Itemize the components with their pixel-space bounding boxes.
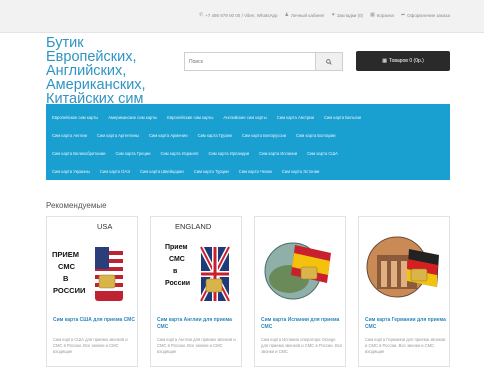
wishlist-text: Закладки (0): [336, 12, 364, 18]
menu-item[interactable]: Сим карта Англии: [52, 133, 87, 138]
menu-item[interactable]: Американские сим карты: [108, 115, 157, 120]
germany-globe-icon: [366, 236, 439, 298]
phone-link[interactable]: ✆ +7 495 979 00 00 / Viber, WhatsApp: [199, 12, 278, 18]
product-description: Сим карта Англии для приема звонков и СМ…: [157, 337, 236, 354]
menu-item[interactable]: Сим карта Эстонии: [282, 169, 320, 174]
phone-text: +7 495 979 00 00 / Viber, WhatsApp: [205, 12, 278, 18]
menu-row: Европейские сим карты Американские сим к…: [52, 108, 444, 126]
spain-globe-icon: [264, 242, 331, 300]
search-input[interactable]: [185, 53, 315, 70]
menu-item[interactable]: Сим карта ОАЭ: [100, 169, 130, 174]
menu-item[interactable]: Сим карта США: [307, 151, 338, 156]
product-country-label: USA: [97, 222, 112, 231]
wishlist-link[interactable]: ♥ Закладки (0): [332, 12, 363, 18]
section-title: Рекомендуемые: [46, 201, 107, 210]
sign-line: ПРИЕМ: [52, 250, 79, 259]
cart-icon: ▦: [370, 12, 375, 18]
sign-line: РОССИИ: [53, 286, 85, 295]
cart-button-label: Товаров 0 (0p.): [388, 58, 424, 64]
logo-line: Американских,: [46, 77, 146, 93]
menu-item[interactable]: Сим карта Турции: [194, 169, 229, 174]
user-icon: ♟: [284, 12, 289, 18]
cart-text: Корзина: [376, 12, 394, 18]
product-card[interactable]: Сим карта Германии для приема СМС Сим ка…: [358, 216, 450, 367]
product-description: Сим карта США для приема звонков и СМС в…: [53, 337, 128, 354]
share-icon: ➦: [400, 12, 406, 18]
sign-line: В: [63, 274, 69, 283]
sign-line: в: [173, 268, 178, 275]
account-link[interactable]: ♟ Личный кабинет: [285, 12, 325, 18]
top-bar: ✆ +7 495 979 00 00 / Viber, WhatsApp ♟ Лич…: [0, 0, 484, 33]
menu-item[interactable]: Сим карта Израиля: [161, 151, 199, 156]
product-card[interactable]: ENGLAND Прием СМС в России Сим карта Анг…: [150, 216, 242, 367]
menu-item[interactable]: Сим карта Греции: [116, 151, 151, 156]
category-menu: Европейские сим карты Американские сим к…: [46, 104, 450, 180]
search-button[interactable]: [315, 53, 342, 70]
product-title[interactable]: Сим карта США для приема СМС: [53, 317, 135, 324]
heart-icon: ♥: [331, 12, 335, 18]
sign-line: СМС: [169, 256, 185, 263]
checkout-text: Оформление заказа: [407, 12, 450, 18]
product-title[interactable]: Сим карта Германии для приема СМС: [365, 317, 447, 330]
checkout-link[interactable]: ➦ Оформление заказа: [401, 12, 450, 18]
cart-button[interactable]: ▦ Товаров 0 (0p.): [356, 51, 450, 71]
cart-icon: ▦: [382, 58, 387, 64]
product-image[interactable]: [359, 217, 450, 311]
logo-line: Бутик Европейских,: [46, 35, 137, 65]
search-box: [184, 52, 343, 71]
product-title[interactable]: Сим карта Англии для приема СМС: [157, 317, 239, 330]
usa-sim-card-icon: [95, 247, 123, 301]
menu-item[interactable]: Сим карта Чехии: [239, 169, 272, 174]
menu-item[interactable]: Сим карта Ирландии: [208, 151, 249, 156]
product-image[interactable]: [255, 217, 346, 311]
menu-item[interactable]: Сим карта Армении: [149, 133, 188, 138]
menu-item[interactable]: Сим карта Белоруссии: [242, 133, 286, 138]
sign-line: СМС: [58, 262, 76, 271]
menu-item[interactable]: Европейские сим карты: [52, 115, 98, 120]
product-description: Сим карта Германии для приема звонков и …: [365, 337, 446, 354]
product-image[interactable]: USA ПРИЕМ СМС В РОССИИ: [47, 217, 138, 311]
sign-line: России: [165, 280, 190, 287]
menu-item[interactable]: Сим карта Аргентины: [97, 133, 139, 138]
menu-item[interactable]: Европейские сим карты: [167, 115, 213, 120]
menu-row: Сим карта Великобритании Сим карта Греци…: [52, 144, 444, 162]
top-links: ✆ +7 495 979 00 00 / Viber, WhatsApp ♟ Лич…: [199, 12, 450, 18]
menu-item[interactable]: Сим карта Испании: [259, 151, 297, 156]
menu-item[interactable]: Сим карта Бельгии: [324, 115, 361, 120]
product-description: Сим карта Испании оператора Orange для п…: [261, 337, 343, 354]
menu-item[interactable]: Сим карта Грузии: [198, 133, 232, 138]
product-card[interactable]: Сим карта Испании для приема СМС Сим кар…: [254, 216, 346, 367]
menu-item[interactable]: Сим карта Швейцарии: [140, 169, 184, 174]
menu-row: Сим карта Украины Сим карта ОАЭ Сим карт…: [52, 162, 444, 180]
uk-sim-card-icon: [198, 245, 232, 303]
account-text: Личный кабинет: [291, 12, 325, 18]
cart-link[interactable]: ▦ Корзина: [370, 12, 394, 18]
sign-line: Прием: [165, 244, 188, 251]
menu-item[interactable]: Сим карта Украины: [52, 169, 90, 174]
menu-item[interactable]: Сим карта Австрии: [277, 115, 314, 120]
menu-item[interactable]: Сим карта Великобритании: [52, 151, 106, 156]
menu-item[interactable]: Сим карта Болгарии: [296, 133, 335, 138]
logo-line: Английских,: [46, 63, 127, 79]
product-title[interactable]: Сим карта Испании для приема СМС: [261, 317, 343, 330]
menu-item[interactable]: Английские сим карты: [223, 115, 266, 120]
phone-icon: ✆: [198, 12, 204, 18]
search-icon: [326, 58, 332, 65]
product-image[interactable]: ENGLAND Прием СМС в России: [151, 217, 242, 311]
product-country-label: ENGLAND: [175, 222, 212, 231]
menu-row: Сим карта Англии Сим карта Аргентины Сим…: [52, 126, 444, 144]
product-card[interactable]: USA ПРИЕМ СМС В РОССИИ Сим карта США для…: [46, 216, 138, 367]
